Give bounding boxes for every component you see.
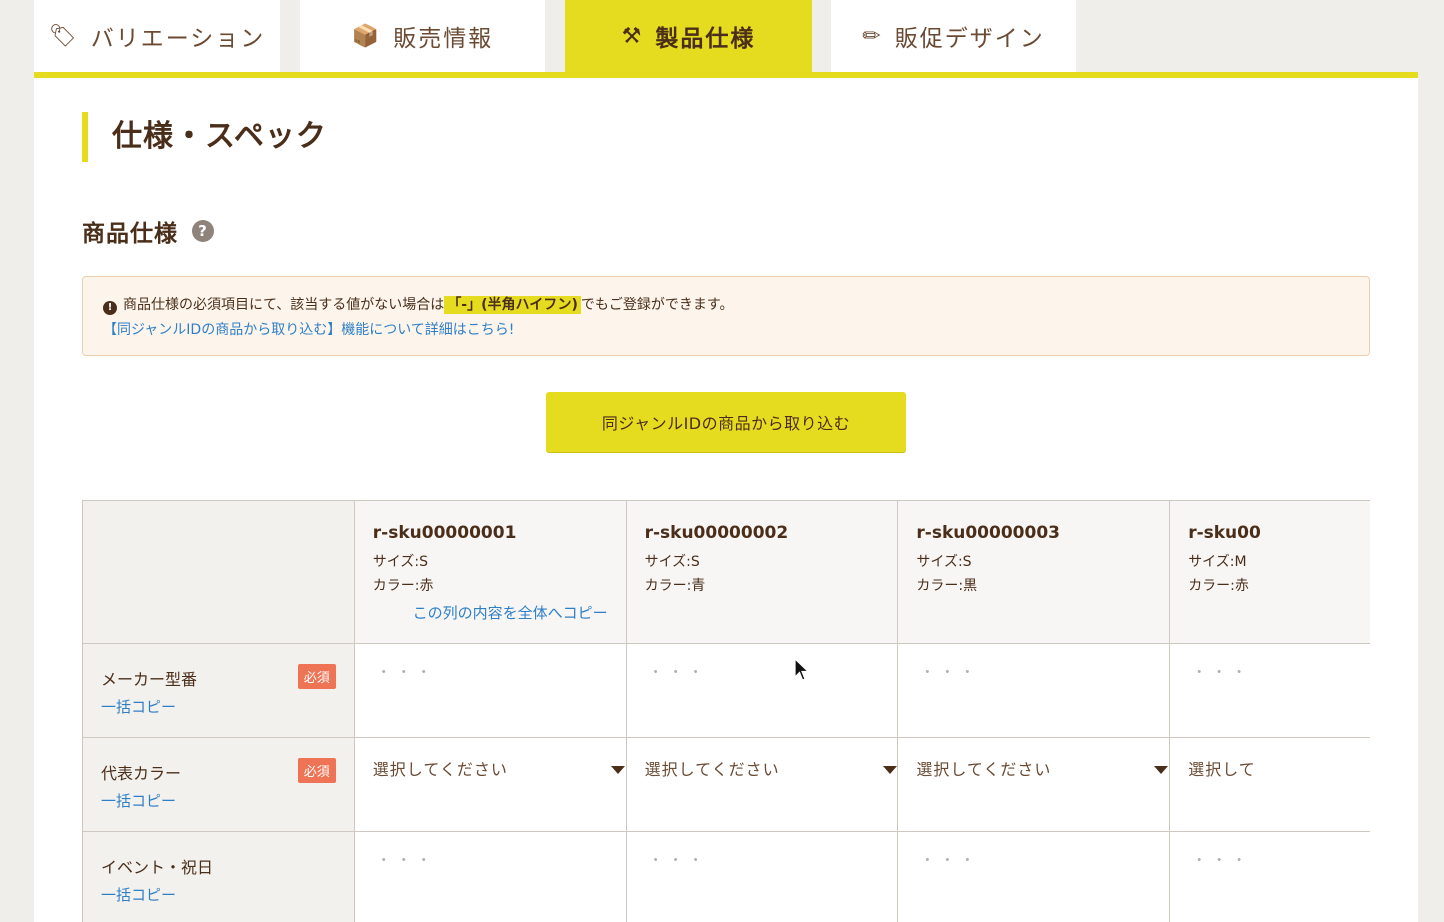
color-select[interactable]: 選択してください bbox=[373, 756, 625, 780]
select-cell: 選択してください bbox=[354, 738, 627, 832]
select-value: 選択してください bbox=[916, 760, 1052, 779]
select-cell: 選択してください bbox=[898, 738, 1171, 832]
bulk-copy-link[interactable]: 一括コピー bbox=[101, 696, 176, 717]
color-select[interactable]: 選択してください bbox=[645, 756, 897, 780]
sku-code: r-sku00000003 bbox=[916, 523, 1060, 543]
tab-label: バリエーション bbox=[90, 26, 266, 52]
sku-size: サイズ:S bbox=[916, 554, 972, 570]
mouse-cursor-icon bbox=[794, 658, 810, 681]
table-header-row: r-sku00000001 サイズ:S カラー:赤 この列の内容を全体へコピー … bbox=[83, 501, 1370, 644]
required-badge: 必須 bbox=[297, 664, 336, 689]
color-select[interactable]: 選択してください bbox=[916, 756, 1169, 780]
tag-icon: 🏷 bbox=[48, 23, 79, 49]
caret-down-icon bbox=[1154, 766, 1169, 774]
notice-text-before: 商品仕様の必須項目にて、該当する値がない場合は bbox=[123, 297, 445, 313]
color-select[interactable]: 選択して bbox=[1188, 756, 1370, 780]
sku-code: r-sku00000001 bbox=[372, 523, 517, 543]
table-row: 代表カラー 必須 一括コピー 選択してください 選択してください 選択してくださ… bbox=[83, 738, 1370, 832]
import-from-genre-button[interactable]: 同ジャンルIDの商品から取り込む bbox=[546, 392, 906, 452]
input-placeholder: ・・・ bbox=[1192, 853, 1253, 869]
copy-column-link[interactable]: この列の内容を全体へコピー bbox=[413, 602, 608, 623]
text-input-cell[interactable]: ・・・ bbox=[354, 644, 627, 738]
row-label-cell: メーカー型番 必須 一括コピー bbox=[83, 644, 355, 738]
section-title: 商品仕様 ? bbox=[82, 214, 214, 248]
table-row: イベント・祝日 一括コピー ・・・ ・・・ ・・・ ・・・ bbox=[83, 832, 1370, 922]
input-placeholder: ・・・ bbox=[920, 853, 981, 869]
tab-sales-info[interactable]: 📦 販売情報 bbox=[300, 0, 545, 72]
select-value: 選択してください bbox=[644, 760, 780, 779]
spec-grid: r-sku00000001 サイズ:S カラー:赤 この列の内容を全体へコピー … bbox=[82, 500, 1370, 922]
input-placeholder: ・・・ bbox=[376, 853, 437, 869]
text-input-cell[interactable]: ・・・ bbox=[898, 644, 1171, 738]
select-cell: 選択してください bbox=[626, 738, 899, 832]
input-placeholder: ・・・ bbox=[648, 665, 709, 681]
column-header: r-sku00000001 サイズ:S カラー:赤 この列の内容を全体へコピー bbox=[354, 501, 627, 644]
sku-color: カラー:赤 bbox=[1188, 578, 1249, 594]
sku-size: サイズ:S bbox=[372, 554, 428, 570]
spec-table[interactable]: r-sku00000001 サイズ:S カラー:赤 この列の内容を全体へコピー … bbox=[82, 500, 1370, 922]
tab-bar: 🏷 バリエーション 📦 販売情報 ⚒ 製品仕様 ✏ 販促デザイン bbox=[34, 0, 1418, 78]
sku-size: サイズ:M bbox=[1188, 554, 1247, 570]
row-label: メーカー型番 bbox=[101, 670, 198, 689]
column-header: r-sku00000002 サイズ:S カラー:青 bbox=[626, 501, 899, 644]
table-row: メーカー型番 必須 一括コピー ・・・ ・・・ ・・・ ・・・ bbox=[83, 644, 1370, 738]
text-input-cell[interactable]: ・・・ bbox=[626, 644, 899, 738]
select-value: 選択して bbox=[1188, 760, 1256, 779]
select-cell: 選択して bbox=[1170, 738, 1370, 832]
caret-down-icon bbox=[610, 766, 625, 774]
package-icon: 📦 bbox=[351, 23, 382, 49]
notice-text-after: でもご登録ができます。 bbox=[580, 297, 734, 313]
notice-highlight: 「-」(半角ハイフン) bbox=[444, 296, 581, 314]
row-label-cell: イベント・祝日 一括コピー bbox=[83, 832, 355, 922]
row-label: 代表カラー bbox=[101, 764, 182, 783]
text-input-cell[interactable]: ・・・ bbox=[1170, 644, 1370, 738]
notice-box: ! 商品仕様の必須項目にて、該当する値がない場合は 「-」(半角ハイフン) でもご登録… bbox=[82, 276, 1370, 356]
input-placeholder: ・・・ bbox=[920, 665, 981, 681]
tools-icon: ⚒ bbox=[621, 23, 644, 49]
sku-size: サイズ:S bbox=[644, 554, 700, 570]
help-icon[interactable]: ? bbox=[192, 220, 214, 242]
exclamation-icon: ! bbox=[103, 300, 117, 315]
notice-link[interactable]: 【同ジャンルIDの商品から取り込む】機能について詳細はこちら! bbox=[103, 318, 1349, 343]
column-header: r-sku00 サイズ:M カラー:赤 bbox=[1170, 501, 1370, 644]
input-placeholder: ・・・ bbox=[1192, 665, 1253, 681]
row-label-cell: 代表カラー 必須 一括コピー bbox=[83, 738, 355, 832]
sku-color: カラー:青 bbox=[644, 578, 706, 594]
tab-label: 販促デザイン bbox=[894, 26, 1045, 52]
select-value: 選択してください bbox=[372, 760, 508, 779]
page-title: 仕様・スペック bbox=[82, 112, 327, 162]
text-input-cell[interactable]: ・・・ bbox=[626, 832, 899, 922]
row-label: イベント・祝日 bbox=[101, 858, 214, 877]
text-input-cell[interactable]: ・・・ bbox=[1170, 832, 1370, 922]
caret-down-icon bbox=[882, 766, 897, 774]
tab-label: 販売情報 bbox=[393, 26, 494, 52]
text-input-cell[interactable]: ・・・ bbox=[354, 832, 627, 922]
sku-color: カラー:黒 bbox=[916, 578, 978, 594]
input-placeholder: ・・・ bbox=[648, 853, 709, 869]
tab-label: 製品仕様 bbox=[655, 26, 756, 52]
sku-code: r-sku00 bbox=[1188, 523, 1261, 543]
tab-variation[interactable]: 🏷 バリエーション bbox=[34, 0, 280, 72]
main-panel: 仕様・スペック 商品仕様 ? ! 商品仕様の必須項目にて、該当する値がない場合は「… bbox=[34, 78, 1418, 922]
required-badge: 必須 bbox=[297, 758, 336, 783]
tab-promo-design[interactable]: ✏ 販促デザイン bbox=[831, 0, 1076, 72]
notice-line: ! 商品仕様の必須項目にて、該当する値がない場合は 「-」(半角ハイフン) でもご登録… bbox=[103, 293, 1349, 318]
column-header: r-sku00000003 サイズ:S カラー:黒 bbox=[898, 501, 1171, 644]
sku-color: カラー:赤 bbox=[372, 578, 434, 594]
bulk-copy-link[interactable]: 一括コピー bbox=[101, 884, 176, 905]
bulk-copy-link[interactable]: 一括コピー bbox=[101, 790, 176, 811]
section-title-text: 商品仕様 bbox=[82, 221, 178, 247]
sku-code: r-sku00000002 bbox=[644, 523, 789, 543]
input-placeholder: ・・・ bbox=[376, 665, 437, 681]
pencil-icon: ✏ bbox=[862, 23, 883, 49]
text-input-cell[interactable]: ・・・ bbox=[898, 832, 1171, 922]
tab-product-spec[interactable]: ⚒ 製品仕様 bbox=[565, 0, 812, 72]
header-corner bbox=[83, 501, 355, 644]
